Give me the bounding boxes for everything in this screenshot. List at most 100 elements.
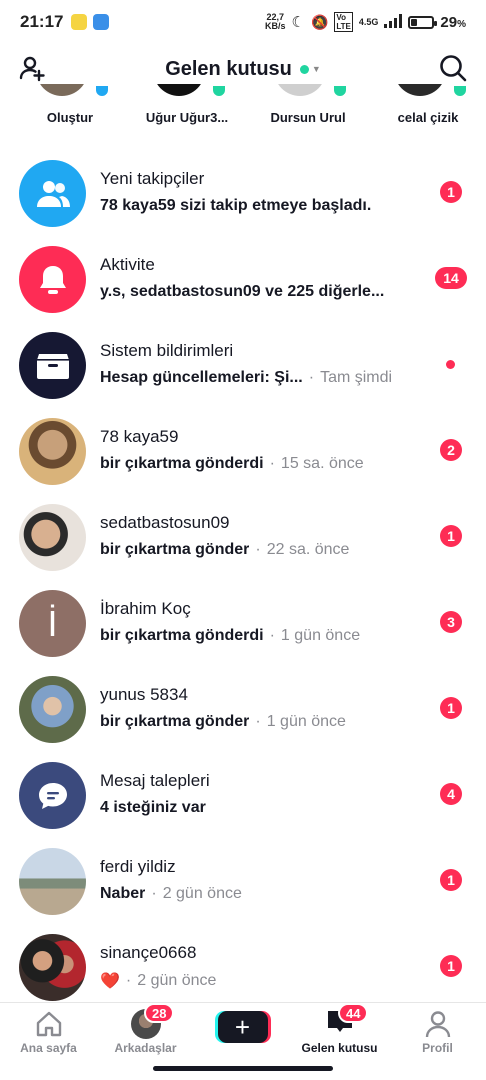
- unread-badge: 2: [440, 439, 462, 461]
- story-name: celal çizik: [397, 110, 459, 125]
- story-name: Oluştur: [46, 110, 94, 125]
- row-title: sedatbastosun09: [100, 513, 230, 532]
- row-title: Aktivite: [100, 255, 155, 274]
- stories-row: Oluştur Uğur Uğur3... Dursun Urul celal …: [0, 84, 486, 134]
- inbox-list: Yeni takipçiler 78 kaya59 sizi takip etm…: [0, 150, 486, 1010]
- signal-bars-icon: [384, 13, 403, 31]
- nav-label: Gelen kutusu: [301, 1041, 378, 1055]
- bell-icon: [19, 246, 86, 313]
- unread-badge: 1: [440, 955, 462, 977]
- unread-badge: 4: [440, 783, 462, 805]
- create-plus-icon: +: [214, 1011, 271, 1043]
- home-indicator[interactable]: [153, 1066, 333, 1071]
- online-status-dot[interactable]: [299, 64, 309, 74]
- unread-badge: 1: [440, 525, 462, 547]
- unread-badge: 1: [440, 181, 462, 203]
- clock: 21:17: [20, 12, 64, 31]
- network-speed: 22,7 KB/s: [264, 12, 286, 31]
- nav-profile[interactable]: Profil: [389, 1009, 486, 1055]
- add-user-icon[interactable]: [18, 54, 48, 84]
- row-message: bir çıkartma gönderdi: [100, 455, 264, 472]
- row-time: 2 gün önce: [162, 885, 242, 902]
- separator-dot: ·: [125, 972, 132, 989]
- nav-inbox[interactable]: 44 Gelen kutusu: [291, 1003, 388, 1055]
- nav-label: Profil: [422, 1041, 453, 1055]
- inbox-row-chat[interactable]: yunus 5834 bir çıkartma gönder · 1 gün önc…: [0, 666, 486, 752]
- chevron-down-icon[interactable]: ▼: [312, 64, 321, 74]
- bottom-navigation: Ana sayfa 28 Arkadaşlar + 44 Gelen kutus…: [0, 1002, 486, 1058]
- page-title: Gelen kutusu: [165, 57, 292, 80]
- home-icon: [0, 1009, 97, 1039]
- row-time: 1 gün önce: [280, 627, 361, 644]
- separator-dot: ·: [255, 713, 261, 730]
- inbox-row-chat[interactable]: 78 kaya59 bir çıkartma gönderdi · 15 sa. ö…: [0, 408, 486, 494]
- avatar: [19, 504, 86, 571]
- nav-label: Arkadaşlar: [114, 1041, 177, 1055]
- volte-icon: Vo LTE: [334, 12, 353, 32]
- row-title: İbrahim Koç: [100, 599, 191, 618]
- row-message: bir çıkartma gönder: [100, 541, 250, 558]
- inbox-row-message-requests[interactable]: Mesaj talepleri 4 isteğiniz var 4: [0, 752, 486, 838]
- avatar: [19, 676, 86, 743]
- row-message: ❤️: [100, 973, 120, 990]
- separator-dot: ·: [269, 627, 275, 644]
- row-title: Sistem bildirimleri: [100, 341, 234, 360]
- row-title: yunus 5834: [100, 685, 188, 704]
- battery-percent: 29%: [440, 13, 466, 31]
- inbox-row-chat[interactable]: sedatbastosun09 bir çıkartma gönder · 22 s…: [0, 494, 486, 580]
- row-time: 1 gün önce: [266, 713, 346, 730]
- row-time: Tam şimdi: [320, 369, 393, 386]
- nav-friends[interactable]: 28 Arkadaşlar: [97, 1003, 194, 1055]
- nav-home[interactable]: Ana sayfa: [0, 1009, 97, 1055]
- row-title: Mesaj talepleri: [100, 771, 210, 790]
- unread-badge: 1: [440, 697, 462, 719]
- nav-create[interactable]: +: [194, 1009, 291, 1043]
- row-time: 2 gün önce: [137, 972, 217, 989]
- row-message: y.s, sedatbastosun09 ve 225 diğerle...: [100, 283, 385, 300]
- row-title: 78 kaya59: [100, 427, 179, 446]
- friends-badge: 28: [144, 1003, 175, 1023]
- inbox-badge: 44: [338, 1003, 369, 1023]
- separator-dot: ·: [269, 455, 275, 472]
- row-message: 78 kaya59 sizi takip etmeye başladı.: [100, 197, 372, 214]
- row-message: bir çıkartma gönderdi: [100, 627, 264, 644]
- inbox-row-activity[interactable]: Aktivite y.s, sedatbastosun09 ve 225 diğ…: [0, 236, 486, 322]
- inbox-row-new-followers[interactable]: Yeni takipçiler 78 kaya59 sizi takip etm…: [0, 150, 486, 236]
- inbox-row-chat[interactable]: ferdi yildiz Naber · 2 gün önce 1: [0, 838, 486, 924]
- row-message: Hesap güncellemeleri: Şi...: [100, 369, 303, 386]
- chat-bubble-icon: [19, 762, 86, 829]
- row-message: Naber: [100, 885, 146, 902]
- row-message: 4 isteğiniz var: [100, 799, 206, 816]
- row-title: sinançe0668: [100, 943, 197, 962]
- unread-badge: 3: [440, 611, 462, 633]
- avatar: [19, 418, 86, 485]
- avatar: İ: [19, 590, 86, 657]
- story-name: Uğur Uğur3...: [145, 110, 229, 125]
- inbox-row-system-notifications[interactable]: Sistem bildirimleri Hesap güncellemeleri…: [0, 322, 486, 408]
- inbox-tray-icon: [19, 332, 86, 399]
- followers-icon: [19, 160, 86, 227]
- row-title: ferdi yildiz: [100, 857, 176, 876]
- avatar-letter: İ: [47, 602, 58, 644]
- unread-badge: 14: [435, 267, 467, 289]
- notification-app-icon: [71, 14, 88, 30]
- moon-icon: ☾: [291, 14, 305, 31]
- unread-badge: 1: [440, 869, 462, 891]
- search-icon[interactable]: [438, 53, 468, 83]
- inbox-row-chat[interactable]: İ İbrahim Koç bir çıkartma gönderdi · 1 gü…: [0, 580, 486, 666]
- notification-app-icon: [93, 14, 110, 30]
- separator-dot: ·: [151, 885, 157, 902]
- row-time: 22 sa. önce: [266, 541, 350, 558]
- separator-dot: ·: [255, 541, 261, 558]
- unread-dot: [446, 360, 455, 369]
- mute-icon: 🔕: [310, 13, 329, 30]
- story-name: Dursun Urul: [270, 110, 346, 125]
- row-message: bir çıkartma gönder: [100, 713, 250, 730]
- avatar: [19, 848, 86, 915]
- status-bar: 21:17 22,7 KB/s ☾ 🔕 Vo LTE 4.5G 29%: [0, 0, 486, 44]
- profile-icon: [389, 1009, 486, 1039]
- inbox-row-chat[interactable]: sinançe0668 ❤️ · 2 gün önce 1: [0, 924, 486, 1010]
- avatar: [19, 934, 86, 1001]
- nav-label: Ana sayfa: [20, 1041, 77, 1055]
- separator-dot: ·: [308, 369, 315, 386]
